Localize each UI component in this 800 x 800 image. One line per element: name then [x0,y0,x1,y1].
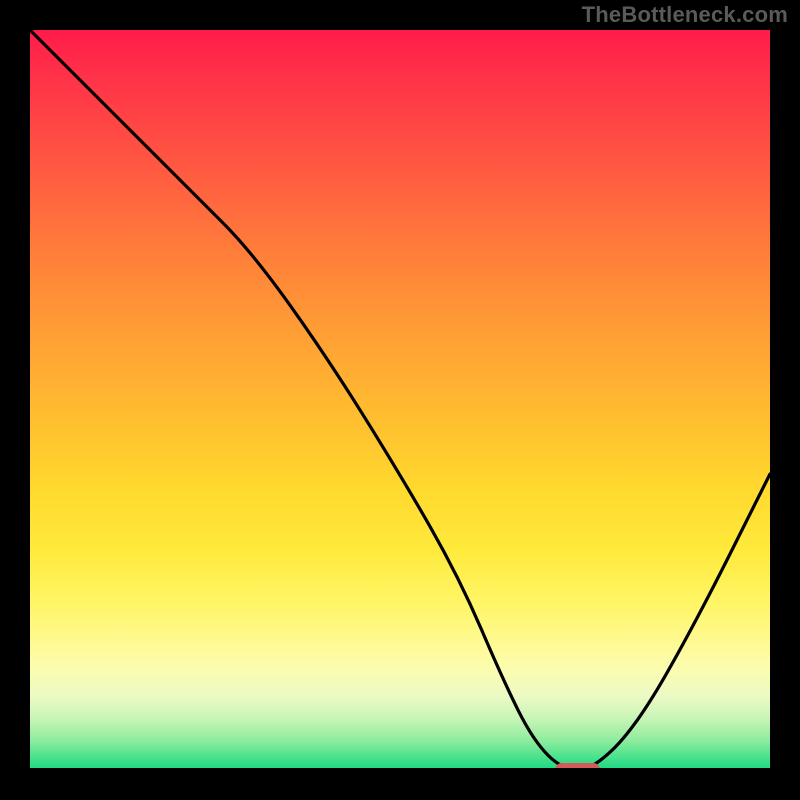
chart-frame: TheBottleneck.com [0,0,800,800]
curve-path [30,30,770,770]
x-axis-band [30,768,770,780]
plot-area [30,30,770,770]
watermark-text: TheBottleneck.com [582,2,788,28]
bottleneck-curve [30,30,770,770]
